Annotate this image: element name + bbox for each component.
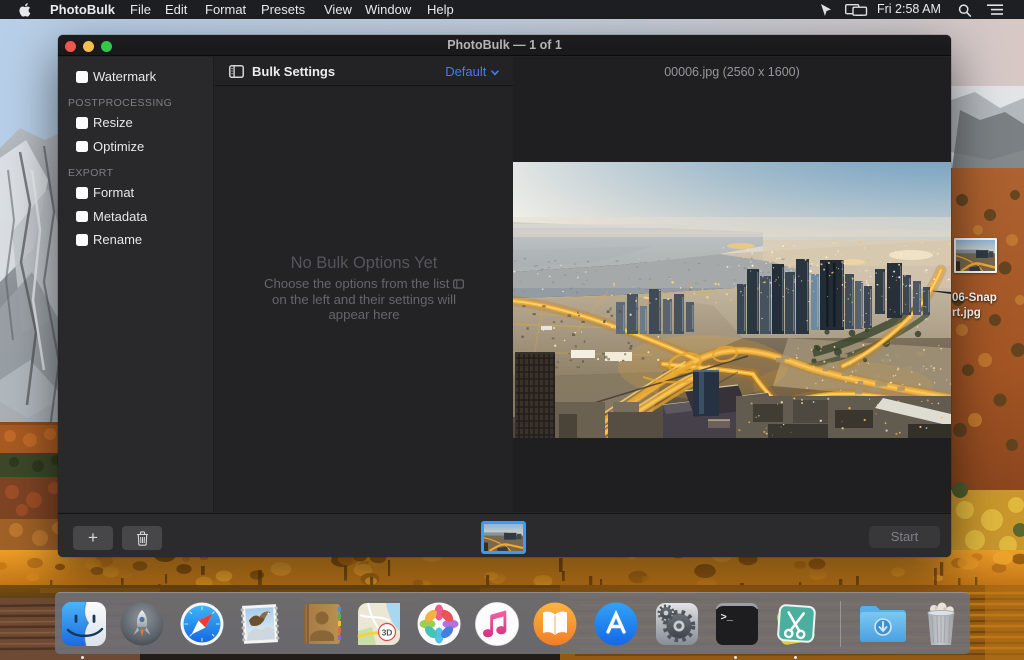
- svg-text:3D: 3D: [382, 628, 393, 638]
- svg-text:>_: >_: [720, 612, 733, 624]
